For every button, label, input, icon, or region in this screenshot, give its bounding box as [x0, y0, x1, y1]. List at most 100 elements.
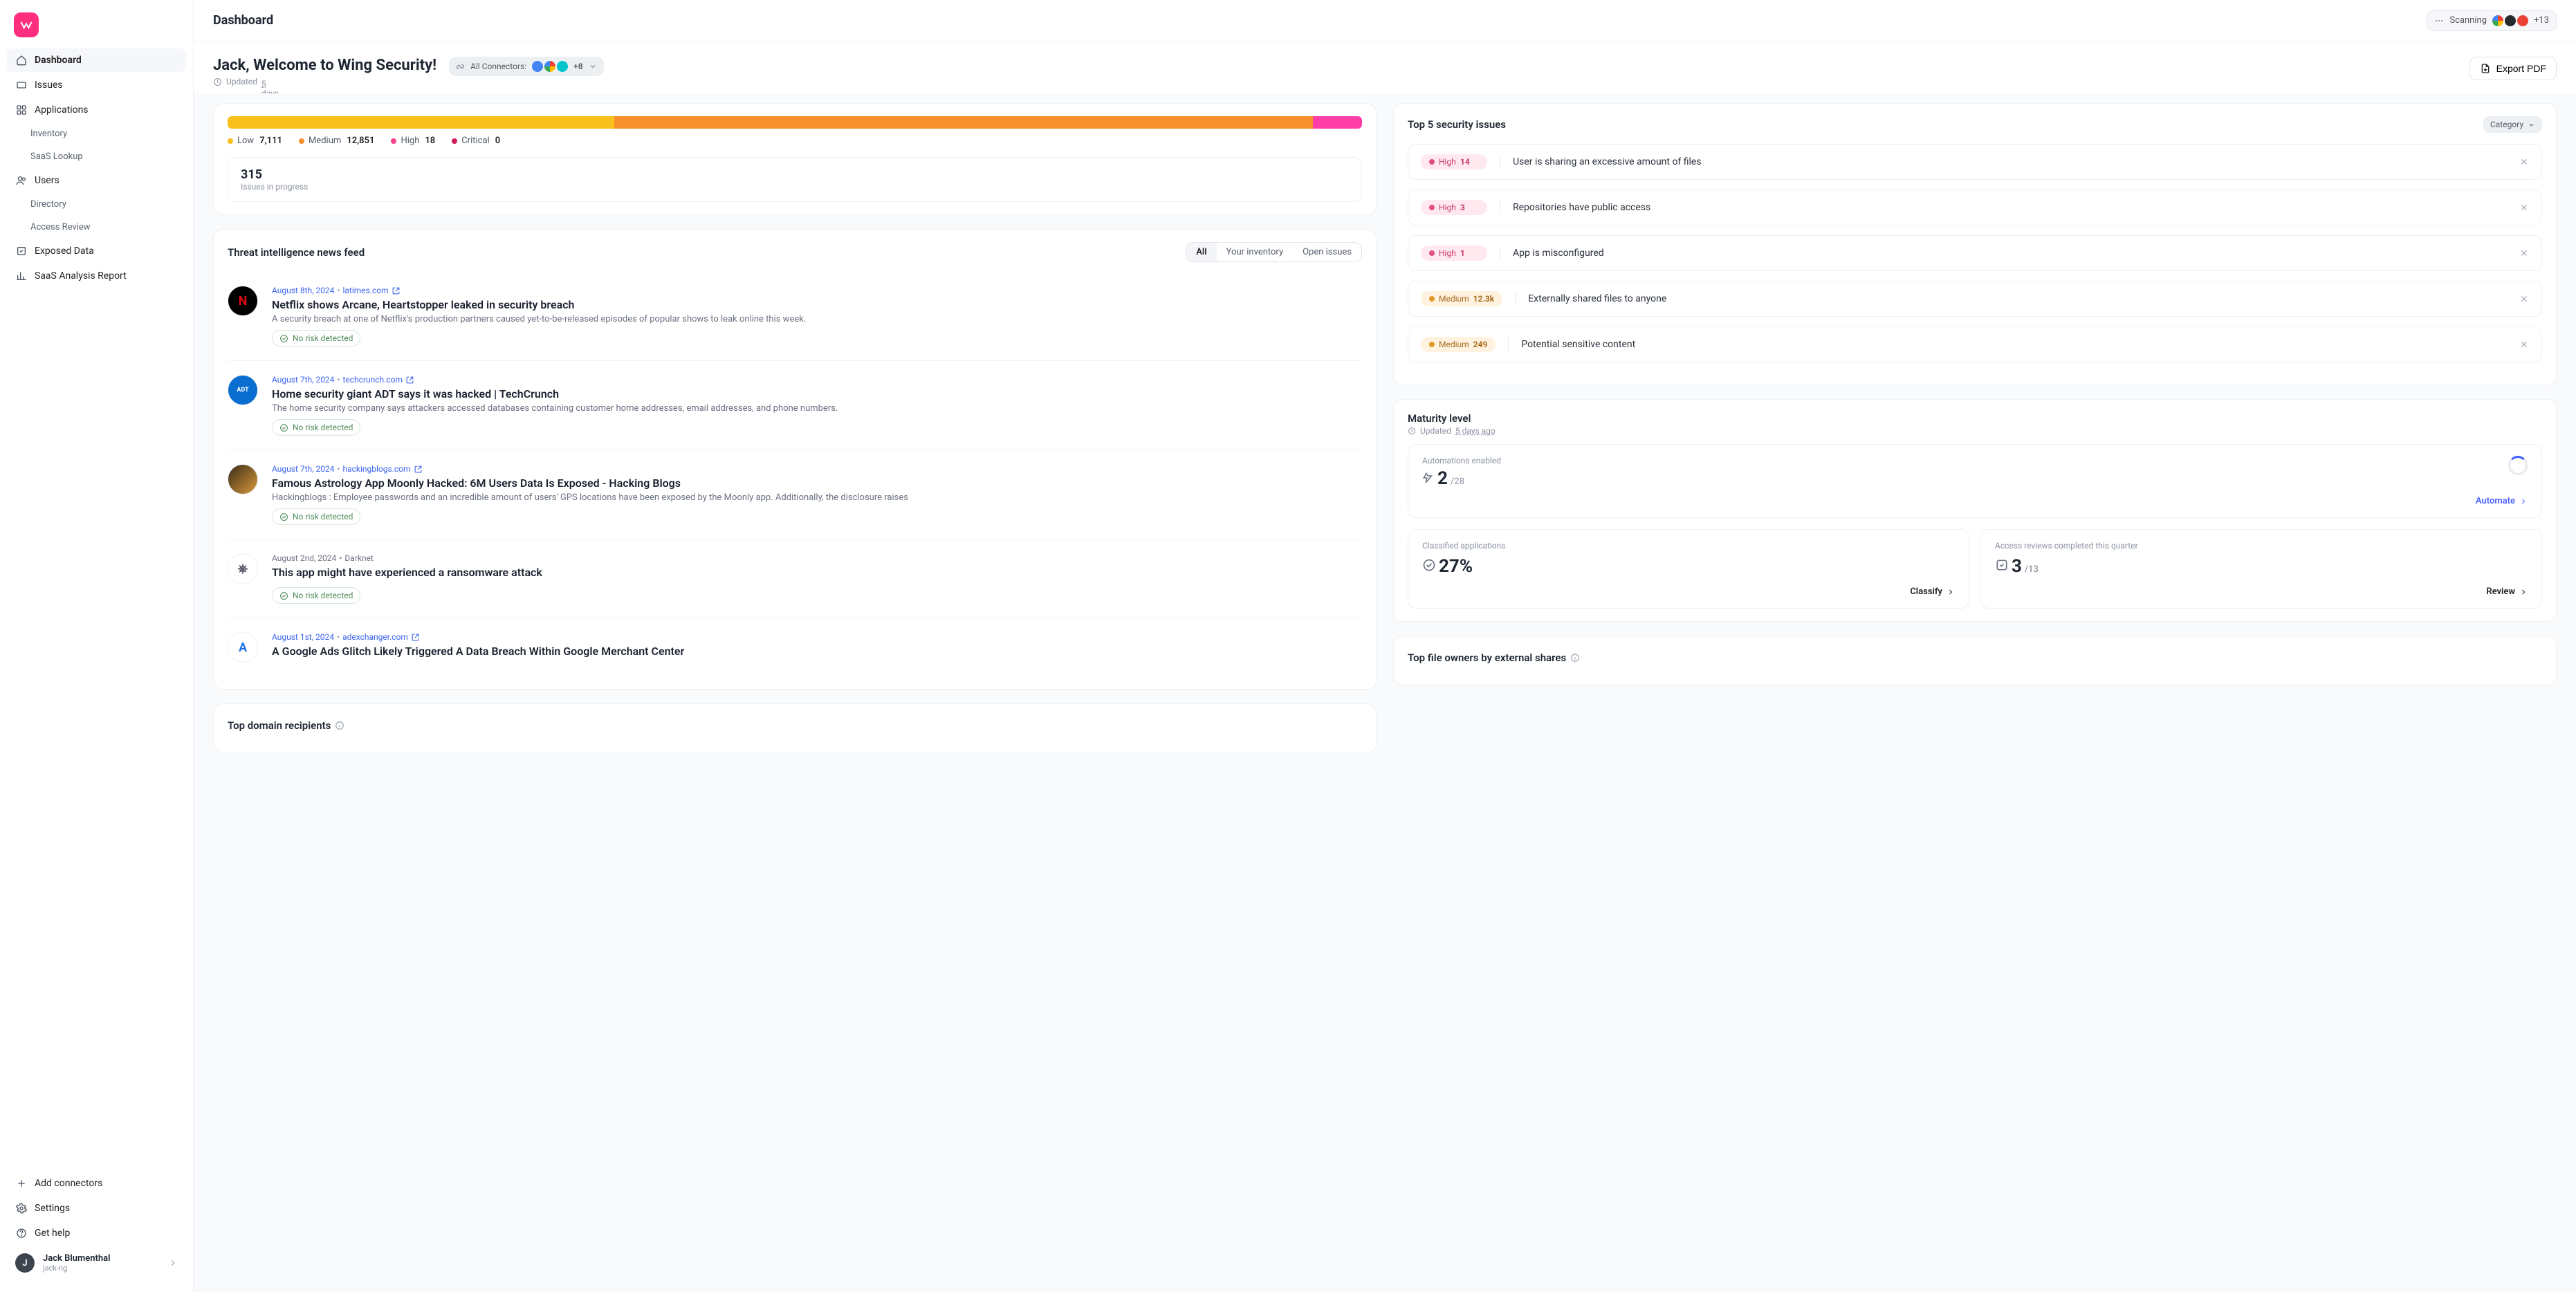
bar-segment-low	[228, 116, 614, 129]
news-row[interactable]: N August 8th, 2024 • latimes.com Netflix…	[228, 272, 1362, 361]
check-circle-icon	[279, 513, 288, 522]
top-domain-recipients-card: Top domain recipients	[213, 703, 1377, 753]
sidebar-item-help[interactable]: Get help	[7, 1221, 186, 1245]
news-date: August 1st, 2024	[272, 632, 334, 642]
sidebar-item-label: Access Review	[30, 222, 91, 232]
check-circle-icon	[1422, 558, 1436, 572]
issue-text: Repositories have public access	[1513, 202, 2507, 213]
severity-count: 249	[1473, 340, 1488, 349]
ticket-icon	[15, 79, 28, 91]
news-feed-card: Threat intelligence news feed All Your i…	[213, 229, 1377, 690]
info-icon[interactable]	[1570, 653, 1580, 663]
user-name: Jack Blumenthal	[43, 1253, 111, 1264]
reviews-value: 3 /13	[1995, 556, 2528, 577]
chevron-right-icon	[1947, 588, 1955, 596]
plug-icon	[456, 62, 465, 71]
issue-text: User is sharing an excessive amount of f…	[1513, 156, 2507, 167]
category-sort[interactable]: Category	[2483, 116, 2542, 133]
severity-dot-icon	[1429, 205, 1435, 210]
right-column: Top 5 security issues Category High 14 U…	[1393, 103, 2557, 1273]
severity-dot-icon	[391, 138, 396, 144]
news-source-icon: A	[228, 632, 258, 663]
security-issue-row[interactable]: High 14 User is sharing an excessive amo…	[1408, 144, 2542, 180]
news-source[interactable]: hackingblogs.com	[342, 464, 410, 474]
user-handle: jack-ng	[43, 1264, 111, 1273]
github-icon	[2505, 15, 2516, 26]
sidebar-item-label: Users	[35, 175, 59, 186]
progress-count: 315	[241, 167, 1349, 182]
sidebar-item-access-review[interactable]: Access Review	[7, 216, 186, 238]
security-issue-row[interactable]: High 1 App is misconfigured	[1408, 235, 2542, 271]
news-row[interactable]: A August 1st, 2024 • adexchanger.com A G…	[228, 618, 1362, 676]
news-source[interactable]: latimes.com	[342, 286, 388, 295]
news-headline: Netflix shows Arcane, Heartstopper leake…	[272, 298, 1362, 311]
maturity-title: Maturity level	[1408, 412, 2542, 425]
sidebar-item-applications[interactable]: Applications	[7, 98, 186, 122]
sidebar-item-label: Add connectors	[35, 1178, 102, 1189]
dismiss-button[interactable]	[2519, 340, 2529, 349]
check-circle-icon	[279, 334, 288, 343]
dismiss-button[interactable]	[2519, 248, 2529, 258]
page-header: Jack, Welcome to Wing Security! Updated …	[194, 41, 2576, 93]
issues-legend: Low7,111 Medium12,851 High18 Critical0	[228, 136, 1362, 146]
news-tabs: All Your inventory Open issues	[1186, 242, 1362, 262]
legend-high: High18	[391, 136, 435, 146]
news-source-icon: ⎈	[228, 553, 258, 584]
dismiss-button[interactable]	[2519, 157, 2529, 167]
page-title: Dashboard	[213, 13, 273, 28]
severity-label: Medium	[1439, 294, 1469, 304]
avatar: J	[15, 1253, 35, 1273]
classify-action[interactable]: Classify	[1910, 587, 1955, 597]
tab-inventory[interactable]: Your inventory	[1217, 243, 1293, 261]
dismiss-button[interactable]	[2519, 203, 2529, 212]
news-meta: August 2nd, 2024 • Darknet	[272, 553, 1362, 563]
connectors-pill[interactable]: All Connectors: +8	[449, 57, 603, 76]
sidebar-item-exposed-data[interactable]: Exposed Data	[7, 239, 186, 263]
external-link-icon	[414, 465, 423, 474]
tab-open-issues[interactable]: Open issues	[1293, 243, 1361, 261]
severity-pill: High 3	[1421, 200, 1487, 215]
dismiss-button[interactable]	[2519, 294, 2529, 304]
info-icon[interactable]	[335, 721, 344, 730]
sidebar-item-saas-report[interactable]: SaaS Analysis Report	[7, 264, 186, 288]
external-link-icon	[392, 286, 401, 295]
divider	[1515, 292, 1516, 306]
security-issue-row[interactable]: High 3 Repositories have public access	[1408, 190, 2542, 225]
sidebar-item-label: Directory	[30, 199, 66, 210]
scanning-label: Scanning	[2449, 15, 2487, 26]
close-icon	[2519, 248, 2529, 258]
sidebar-item-directory[interactable]: Directory	[7, 194, 186, 215]
news-source[interactable]: techcrunch.com	[342, 375, 402, 385]
sidebar-user[interactable]: J Jack Blumenthal jack-ng	[7, 1246, 186, 1280]
connectors-label: All Connectors:	[470, 62, 526, 71]
sidebar-item-issues[interactable]: Issues	[7, 73, 186, 97]
tab-all[interactable]: All	[1186, 243, 1216, 261]
issues-in-progress-card[interactable]: 315 Issues in progress	[228, 157, 1362, 202]
security-issue-row[interactable]: Medium 249 Potential sensitive content	[1408, 326, 2542, 362]
gmail-icon	[2517, 15, 2528, 26]
scanning-pill[interactable]: Scanning +13	[2427, 10, 2557, 31]
sidebar-item-label: Inventory	[30, 129, 67, 139]
chevron-down-icon	[589, 62, 597, 71]
news-desc: The home security company says attackers…	[272, 403, 1362, 414]
sidebar-item-inventory[interactable]: Inventory	[7, 123, 186, 145]
security-issue-row[interactable]: Medium 12.3k Externally shared files to …	[1408, 281, 2542, 317]
top-file-owners-title: Top file owners by external shares	[1408, 649, 2542, 664]
sidebar-item-saas-lookup[interactable]: SaaS Lookup	[7, 146, 186, 167]
sidebar-item-users[interactable]: Users	[7, 169, 186, 192]
sidebar-footer: Add connectors Settings Get help J Jack …	[0, 1172, 193, 1280]
news-source[interactable]: adexchanger.com	[342, 632, 408, 642]
export-pdf-button[interactable]: Export PDF	[2469, 57, 2557, 80]
news-row[interactable]: August 7th, 2024 • hackingblogs.com Famo…	[228, 450, 1362, 539]
news-row[interactable]: ⎈ August 2nd, 2024 • Darknet This app mi…	[228, 539, 1362, 618]
top5-title: Top 5 security issues	[1408, 118, 1506, 131]
sidebar-item-settings[interactable]: Settings	[7, 1197, 186, 1220]
sidebar-item-dashboard[interactable]: Dashboard	[7, 48, 186, 72]
news-row[interactable]: ADT August 7th, 2024 • techcrunch.com Ho…	[228, 361, 1362, 450]
news-source[interactable]: Darknet	[344, 553, 373, 563]
sidebar-item-add-connectors[interactable]: Add connectors	[7, 1172, 186, 1195]
review-action[interactable]: Review	[2486, 587, 2528, 597]
review-icon	[1995, 558, 2009, 572]
news-headline: This app might have experienced a ransom…	[272, 566, 1362, 579]
automate-action[interactable]: Automate	[2476, 496, 2528, 506]
